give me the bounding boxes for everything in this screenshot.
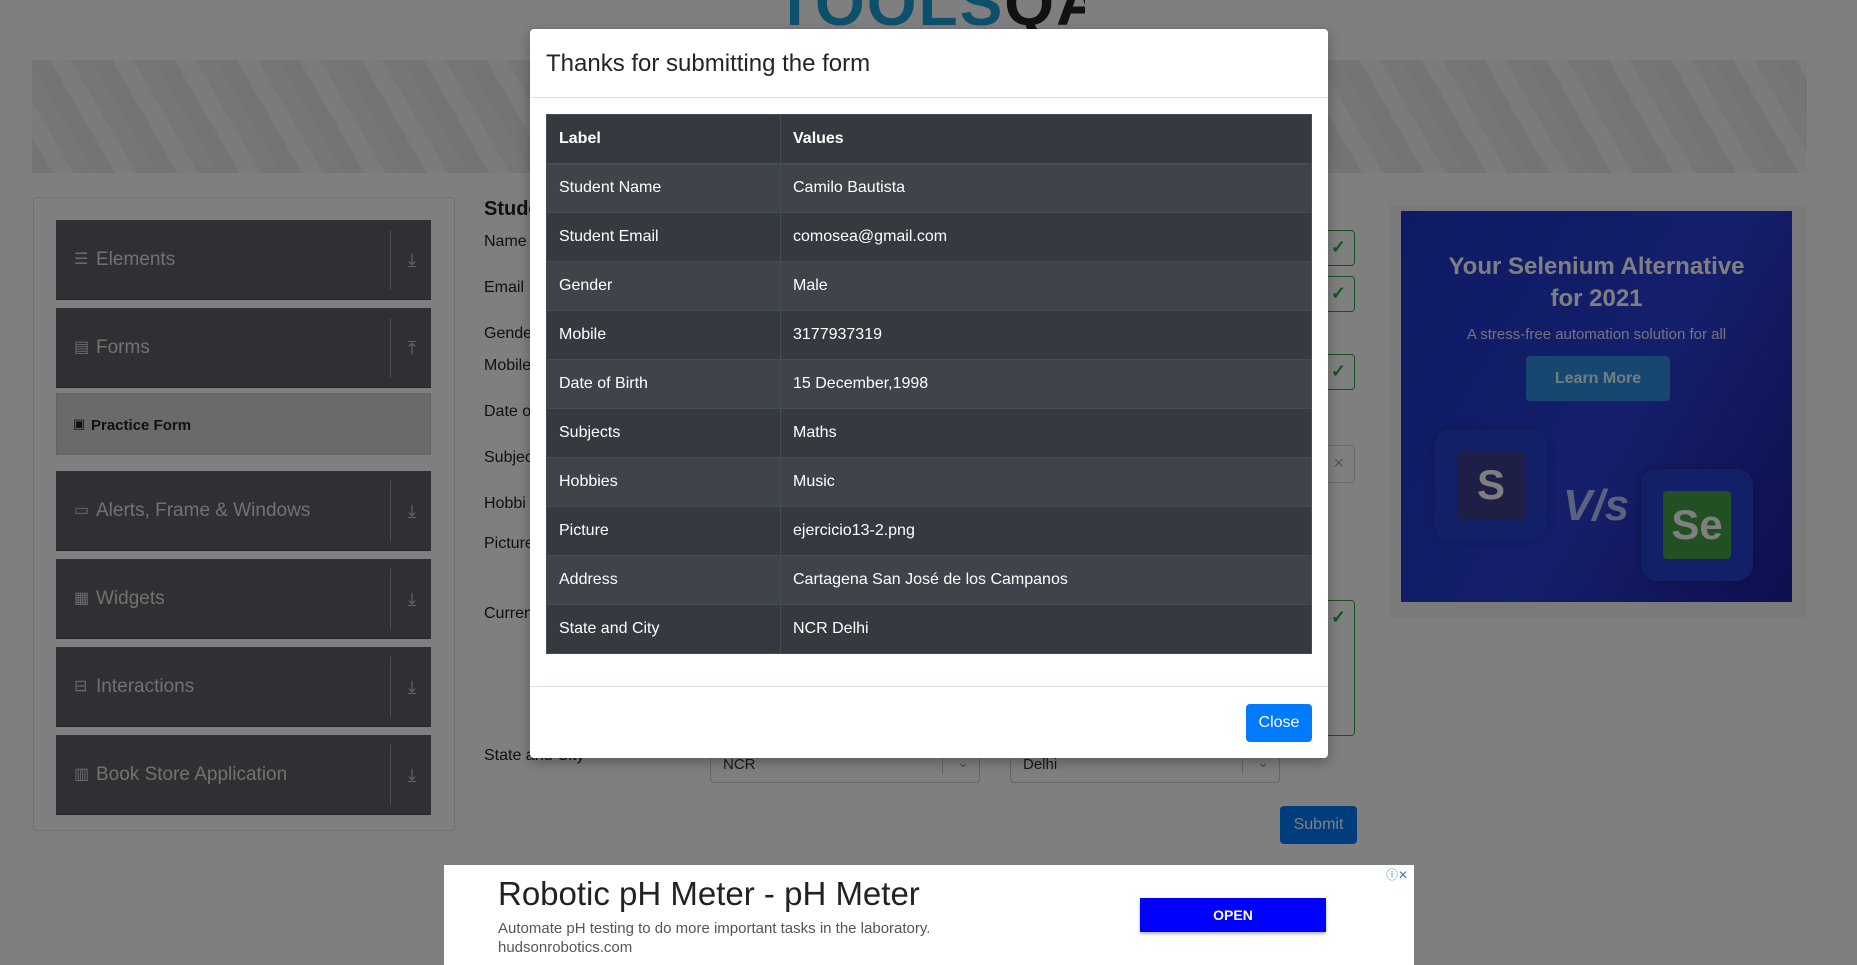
modal-header: Thanks for submitting the form — [530, 29, 1328, 98]
submission-modal: Thanks for submitting the form Label Val… — [530, 29, 1328, 758]
row-label: Subjects — [546, 408, 781, 458]
row-value: 15 December,1998 — [780, 359, 1312, 409]
modal-title: Thanks for submitting the form — [546, 50, 871, 77]
table-header-row: Label Values — [546, 114, 1312, 165]
modal-footer: Close — [530, 686, 1328, 758]
row-value: 3177937319 — [780, 310, 1312, 360]
row-label: Gender — [546, 261, 781, 311]
column-header-values: Values — [780, 114, 1312, 165]
table-row: Subjects Maths — [546, 408, 1312, 458]
ad-bottom[interactable]: Robotic pH Meter - pH Meter Automate pH … — [444, 865, 1414, 965]
adchoices-icon[interactable]: ⓘ✕ — [1386, 866, 1408, 883]
ad-bottom-url[interactable]: hudsonrobotics.com — [498, 939, 632, 956]
row-value: NCR Delhi — [780, 604, 1312, 654]
table-row: State and City NCR Delhi — [546, 604, 1312, 654]
column-header-label: Label — [546, 114, 781, 165]
row-label: Picture — [546, 506, 781, 556]
row-value: ejercicio13-2.png — [780, 506, 1312, 556]
submission-table: Label Values Student Name Camilo Bautista… — [546, 114, 1312, 654]
modal-body: Label Values Student Name Camilo Bautista… — [546, 114, 1312, 654]
table-row: Mobile 3177937319 — [546, 310, 1312, 360]
table-row: Gender Male — [546, 261, 1312, 311]
row-label: Student Email — [546, 212, 781, 262]
open-button[interactable]: OPEN — [1140, 898, 1326, 932]
row-value: comosea@gmail.com — [780, 212, 1312, 262]
table-row: Student Name Camilo Bautista — [546, 163, 1312, 213]
row-value: Music — [780, 457, 1312, 507]
row-value: Cartagena San José de los Campanos — [780, 555, 1312, 605]
row-label: Hobbies — [546, 457, 781, 507]
row-label: Date of Birth — [546, 359, 781, 409]
table-row: Date of Birth 15 December,1998 — [546, 359, 1312, 409]
close-button[interactable]: Close — [1246, 704, 1312, 742]
row-value: Male — [780, 261, 1312, 311]
table-row: Student Email comosea@gmail.com — [546, 212, 1312, 262]
row-label: Mobile — [546, 310, 781, 360]
row-label: Student Name — [546, 163, 781, 213]
table-row: Hobbies Music — [546, 457, 1312, 507]
row-value: Camilo Bautista — [780, 163, 1312, 213]
table-row: Address Cartagena San José de los Campano… — [546, 555, 1312, 605]
row-label: Address — [546, 555, 781, 605]
ad-bottom-title[interactable]: Robotic pH Meter - pH Meter — [498, 875, 920, 913]
ad-bottom-description: Automate pH testing to do more important… — [498, 920, 931, 937]
table-row: Picture ejercicio13-2.png — [546, 506, 1312, 556]
row-value: Maths — [780, 408, 1312, 458]
row-label: State and City — [546, 604, 781, 654]
